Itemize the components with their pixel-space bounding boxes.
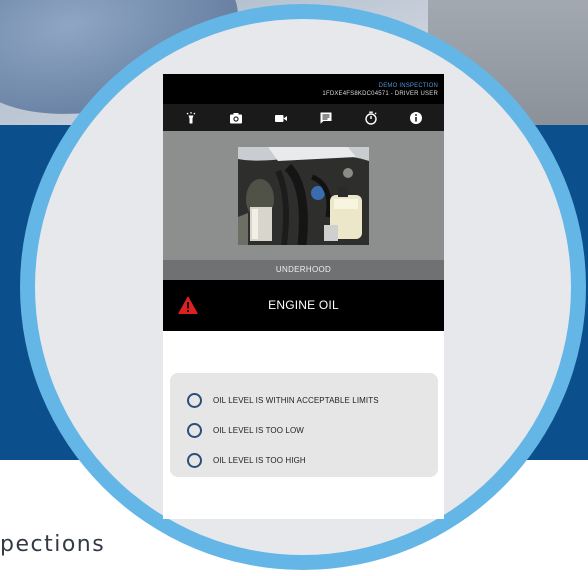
comment-button[interactable] xyxy=(316,108,336,128)
radio-button[interactable] xyxy=(187,422,202,438)
camera-icon xyxy=(230,112,243,123)
inspection-photo-area xyxy=(163,131,444,260)
option-label: OIL LEVEL IS TOO LOW xyxy=(213,425,304,435)
flashlight-icon xyxy=(186,111,196,123)
engine-bay-photo[interactable] xyxy=(238,147,369,245)
section-label: UNDERHOOD xyxy=(163,260,444,280)
option-label: OIL LEVEL IS WITHIN ACCEPTABLE LIMITS xyxy=(213,395,379,405)
video-camera-icon xyxy=(275,114,288,122)
option-label: OIL LEVEL IS TOO HIGH xyxy=(213,455,306,465)
toolbar xyxy=(163,104,444,131)
radio-button[interactable] xyxy=(187,392,202,408)
option-within-limits[interactable]: OIL LEVEL IS WITHIN ACCEPTABLE LIMITS xyxy=(170,385,438,415)
status-bar: DEMO INSPECTION 1FDXE4FS8KDC04571 - DRIV… xyxy=(163,74,444,104)
answer-options: OIL LEVEL IS WITHIN ACCEPTABLE LIMITS OI… xyxy=(170,373,438,477)
option-too-low[interactable]: OIL LEVEL IS TOO LOW xyxy=(170,415,438,445)
camera-button[interactable] xyxy=(226,108,246,128)
flashlight-button[interactable] xyxy=(181,108,201,128)
info-icon xyxy=(409,111,422,124)
comment-icon xyxy=(320,112,332,124)
question-header: ENGINE OIL xyxy=(163,280,444,331)
timer-icon xyxy=(365,111,377,125)
engine-bay-illustration xyxy=(238,147,369,245)
timer-button[interactable] xyxy=(361,108,381,128)
info-button[interactable] xyxy=(406,108,426,128)
inspection-mode: DEMO INSPECTION xyxy=(378,83,438,89)
option-too-high[interactable]: OIL LEVEL IS TOO HIGH xyxy=(170,445,438,475)
video-button[interactable] xyxy=(271,108,291,128)
radio-button[interactable] xyxy=(187,452,202,468)
question-title: ENGINE OIL xyxy=(268,298,339,312)
vehicle-user-info: 1FDXE4FS8KDC04571 - DRIVER USER xyxy=(322,91,438,97)
background-caption: pections xyxy=(0,532,106,557)
phone-screen: DEMO INSPECTION 1FDXE4FS8KDC04571 - DRIV… xyxy=(163,74,444,519)
